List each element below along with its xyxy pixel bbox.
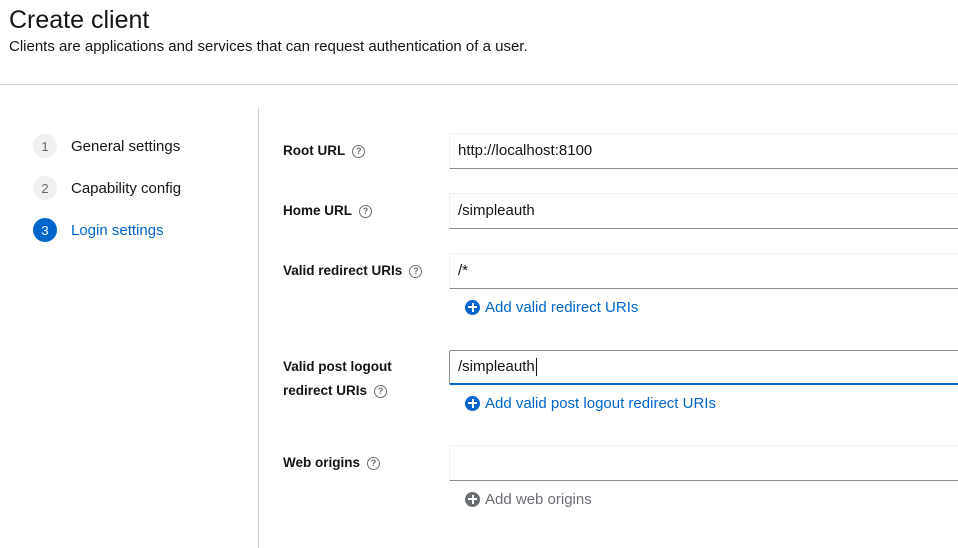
wizard-step-capability-config[interactable]: 2 Capability config [33, 175, 181, 201]
web-origins-label: Web origins? [283, 451, 381, 475]
home-url-label: Home URL? [283, 199, 373, 223]
root-url-input[interactable]: http://localhost:8100 [449, 133, 958, 169]
wizard-nav-divider [258, 108, 259, 548]
input-value: /simpleauth [458, 358, 535, 375]
valid-redirect-uris-label: Valid redirect URIs? [283, 259, 423, 283]
wizard-step-general-settings[interactable]: 1 General settings [33, 133, 180, 159]
valid-redirect-uris-input[interactable]: /* [449, 253, 958, 289]
step-label: Capability config [71, 179, 182, 197]
add-valid-redirect-uris-button[interactable]: Add valid redirect URIs [465, 297, 638, 317]
plus-circle-icon [465, 491, 480, 507]
step-label: General settings [71, 137, 181, 155]
help-icon[interactable]: ? [367, 456, 381, 470]
page-title: Create client [9, 6, 150, 34]
step-number: 3 [33, 218, 57, 242]
add-link-label: Add valid post logout redirect URIs [485, 394, 716, 412]
valid-post-logout-label-line1: Valid post logout [283, 359, 392, 374]
web-origins-input[interactable] [449, 445, 958, 481]
text-caret [535, 358, 537, 377]
help-icon[interactable]: ? [359, 204, 373, 218]
step-number: 1 [33, 134, 57, 158]
help-icon[interactable]: ? [374, 384, 388, 398]
valid-post-logout-redirect-uris-input[interactable]: /simpleauth [449, 350, 958, 385]
valid-post-logout-label-line2: redirect URIs? [283, 379, 388, 403]
root-url-label: Root URL? [283, 139, 366, 163]
step-label: Login settings [71, 221, 164, 239]
page-subtitle: Clients are applications and services th… [9, 38, 528, 55]
help-icon[interactable]: ? [352, 144, 366, 158]
home-url-input[interactable]: /simpleauth [449, 193, 958, 229]
add-link-label: Add web origins [485, 490, 592, 508]
add-link-label: Add valid redirect URIs [485, 298, 639, 316]
page-header: Create client Clients are applications a… [0, 0, 958, 85]
plus-circle-icon [465, 299, 480, 315]
plus-circle-icon [465, 395, 480, 411]
step-number: 2 [33, 176, 57, 200]
help-icon[interactable]: ? [409, 264, 423, 278]
wizard-step-login-settings[interactable]: 3 Login settings [33, 217, 164, 243]
add-web-origins-button[interactable]: Add web origins [465, 489, 592, 509]
add-valid-post-logout-redirect-uris-button[interactable]: Add valid post logout redirect URIs [465, 393, 716, 413]
